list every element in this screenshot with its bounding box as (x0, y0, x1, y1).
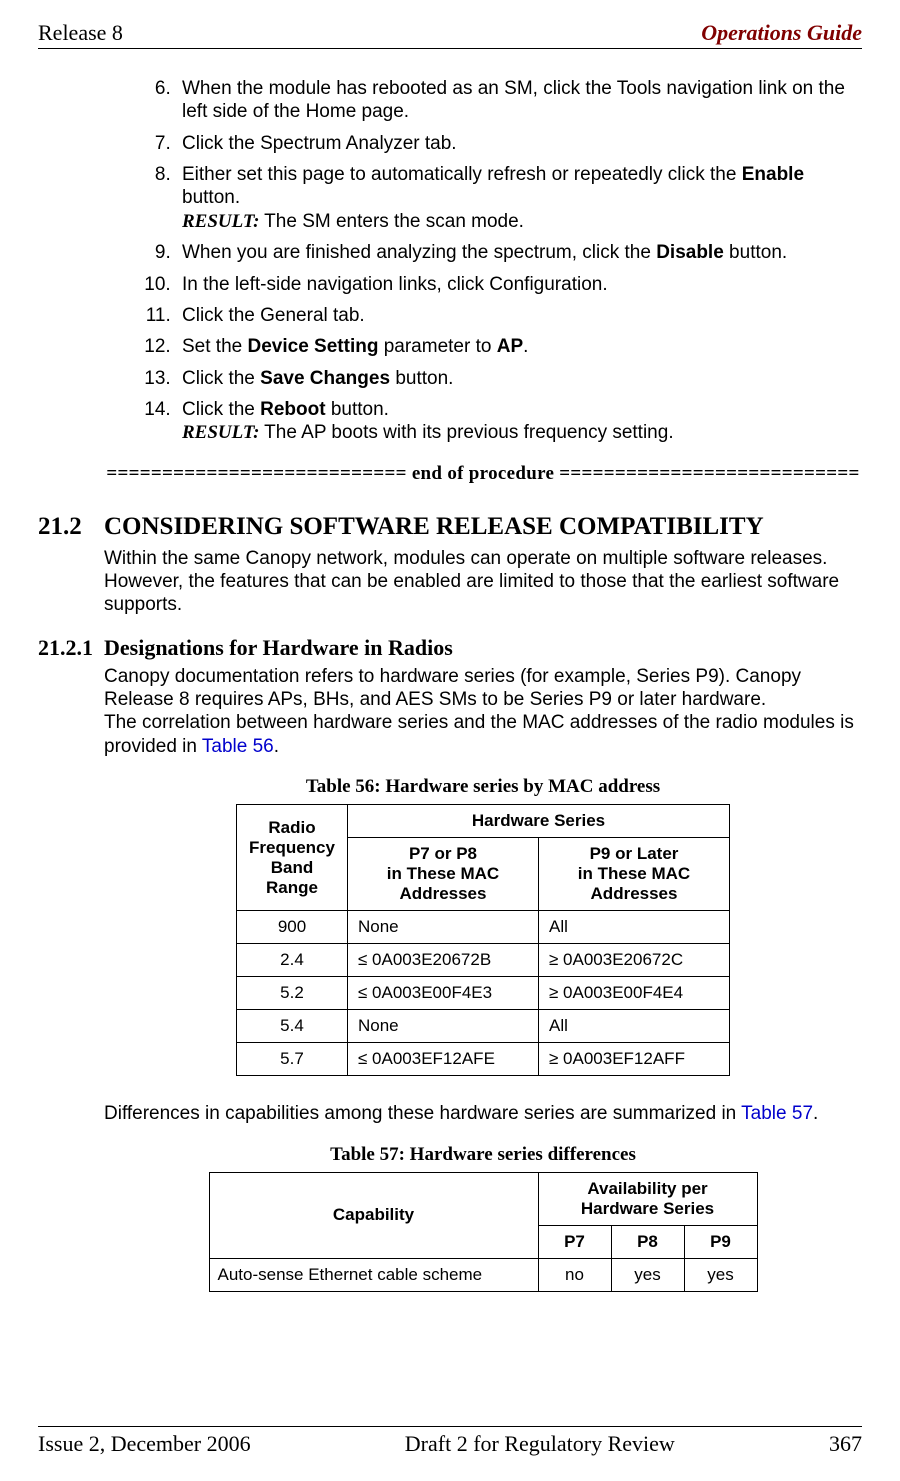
t57-p7: no (538, 1258, 611, 1291)
t56-col2: P9 or Laterin These MAC Addresses (539, 838, 730, 911)
t56-c1: ≤ 0A003EF12AFE (348, 1043, 539, 1076)
table-row: 5.4NoneAll (237, 1010, 730, 1043)
t57-col0: Capability (209, 1172, 538, 1258)
procedure-step: Click the Reboot button.RESULT: The AP b… (176, 398, 862, 445)
t57-p9: P9 (684, 1225, 757, 1258)
procedure-step: Either set this page to automatically re… (176, 163, 862, 233)
t57-p8: yes (611, 1258, 684, 1291)
t56-rf: 5.4 (237, 1010, 348, 1043)
table-row: 2.4≤ 0A003E20672B≥ 0A003E20672C (237, 944, 730, 977)
heading-number: 21.2.1 (38, 635, 104, 661)
table-57-caption: Table 57: Hardware series differences (104, 1144, 862, 1166)
t56-c1: ≤ 0A003E20672B (348, 944, 539, 977)
procedure-step: Click the Spectrum Analyzer tab. (176, 132, 862, 155)
procedure-list: When the module has rebooted as an SM, c… (104, 77, 862, 445)
table-56: RadioFrequencyBandRange Hardware Series … (236, 804, 730, 1076)
table-row: 900NoneAll (237, 911, 730, 944)
header-right: Operations Guide (701, 20, 862, 46)
section-21-2-1-para: Canopy documentation refers to hardware … (104, 665, 862, 758)
t57-cap: Auto-sense Ethernet cable scheme (209, 1258, 538, 1291)
t56-c1: None (348, 911, 539, 944)
procedure-step: When you are finished analyzing the spec… (176, 241, 862, 264)
t57-p7: P7 (538, 1225, 611, 1258)
t56-c2: All (539, 911, 730, 944)
table-57-link[interactable]: Table 57 (741, 1103, 813, 1124)
t56-c1: None (348, 1010, 539, 1043)
t56-rf: 5.7 (237, 1043, 348, 1076)
page-footer: Issue 2, December 2006 Draft 2 for Regul… (38, 1426, 862, 1457)
end-of-procedure: =========================== end of proce… (104, 463, 862, 485)
table-row: 5.7≤ 0A003EF12AFE≥ 0A003EF12AFF (237, 1043, 730, 1076)
heading-number: 21.2 (38, 513, 104, 541)
section-21-2-para: Within the same Canopy network, modules … (104, 547, 862, 617)
header-left: Release 8 (38, 20, 123, 46)
table-57: Capability Availability per Hardware Ser… (209, 1172, 758, 1292)
para-post: . (813, 1103, 818, 1124)
t56-c2: ≥ 0A003E00F4E4 (539, 977, 730, 1010)
table-56-link[interactable]: Table 56 (202, 736, 274, 757)
t56-c2: All (539, 1010, 730, 1043)
footer-mid: Draft 2 for Regulatory Review (251, 1431, 829, 1457)
table-56-caption: Table 56: Hardware series by MAC address (104, 776, 862, 798)
procedure-step: Set the Device Setting parameter to AP. (176, 335, 862, 358)
table-row: Auto-sense Ethernet cable schemenoyesyes (209, 1258, 757, 1291)
para-text: Differences in capabilities among these … (104, 1103, 741, 1124)
t56-c2: ≥ 0A003E20672C (539, 944, 730, 977)
table-row: 5.2≤ 0A003E00F4E3≥ 0A003E00F4E4 (237, 977, 730, 1010)
differences-para: Differences in capabilities among these … (104, 1102, 862, 1125)
t56-colgroup: Hardware Series (348, 805, 730, 838)
procedure-step: In the left-side navigation links, click… (176, 273, 862, 296)
footer-page-number: 367 (829, 1431, 862, 1457)
t57-p8: P8 (611, 1225, 684, 1258)
t56-rf: 900 (237, 911, 348, 944)
t56-rf: 2.4 (237, 944, 348, 977)
t56-rf: 5.2 (237, 977, 348, 1010)
t56-col1: P7 or P8in These MAC Addresses (348, 838, 539, 911)
heading-21-2: 21.2CONSIDERING SOFTWARE RELEASE COMPATI… (38, 513, 862, 541)
para-post: . (274, 736, 279, 757)
t56-col0: RadioFrequencyBandRange (237, 805, 348, 911)
heading-title: CONSIDERING SOFTWARE RELEASE COMPATIBILI… (104, 513, 764, 540)
heading-title: Designations for Hardware in Radios (104, 635, 453, 660)
procedure-step: Click the General tab. (176, 304, 862, 327)
footer-left: Issue 2, December 2006 (38, 1431, 251, 1457)
t56-c1: ≤ 0A003E00F4E3 (348, 977, 539, 1010)
procedure-step: Click the Save Changes button. (176, 367, 862, 390)
heading-21-2-1: 21.2.1Designations for Hardware in Radio… (38, 635, 862, 661)
t57-colgroup: Availability per Hardware Series (538, 1172, 757, 1225)
t57-p9: yes (684, 1258, 757, 1291)
procedure-step: When the module has rebooted as an SM, c… (176, 77, 862, 124)
page-header: Release 8 Operations Guide (38, 20, 862, 49)
t56-c2: ≥ 0A003EF12AFF (539, 1043, 730, 1076)
